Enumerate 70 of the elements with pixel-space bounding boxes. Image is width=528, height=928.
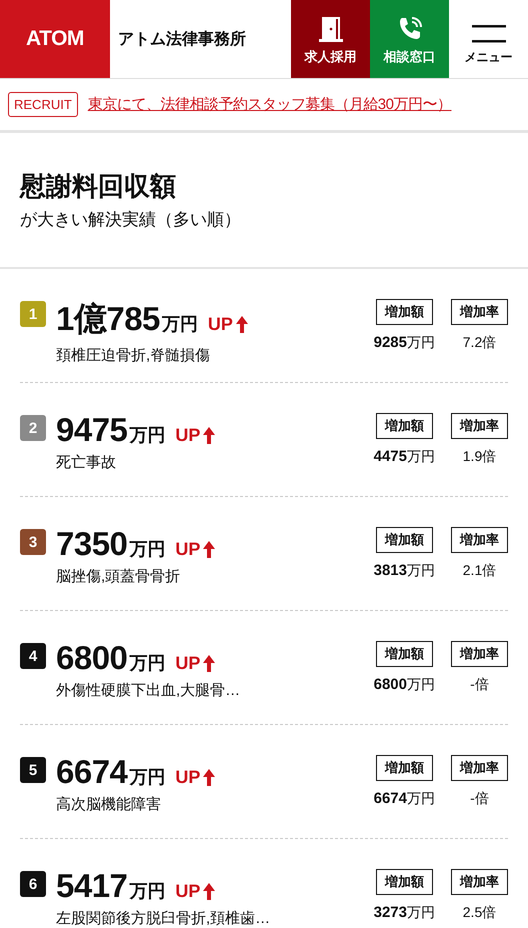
settlement-amount: 9475 — [56, 411, 128, 449]
injury-text: 高次脳機能障害 — [56, 795, 162, 814]
rank-badge: 3 — [20, 529, 46, 555]
up-label: UP — [175, 767, 200, 788]
currency-unit: 万円 — [162, 313, 198, 336]
increase-rate: -倍 — [470, 790, 489, 808]
up-arrow-icon — [236, 316, 248, 333]
injury-text: 左股関節後方脱臼骨折,頚椎歯… — [56, 909, 270, 928]
up-arrow-icon — [203, 883, 216, 900]
menu-icon — [472, 25, 506, 43]
increase-label: 増加額 — [376, 869, 433, 895]
up-label: UP — [175, 881, 200, 902]
currency-unit: 万円 — [129, 538, 166, 561]
settlement-amount: 7350 — [56, 525, 128, 563]
increase-amount: 4475万円 — [374, 448, 435, 466]
rate-label: 増加率 — [451, 869, 508, 895]
rank-badge: 6 — [20, 871, 46, 897]
up-label: UP — [175, 653, 200, 674]
injury-text: 死亡事故 — [56, 453, 117, 472]
door-icon — [318, 16, 342, 42]
recruit-button[interactable]: 求人採用 — [291, 0, 370, 78]
section-title: 慰謝料回収額 — [20, 170, 177, 203]
rate-label: 増加率 — [451, 527, 508, 553]
increase-amount: 3273万円 — [374, 904, 435, 922]
currency-unit: 万円 — [129, 880, 166, 903]
settlement-amount: 6674 — [56, 753, 128, 791]
currency-unit: 万円 — [129, 424, 166, 447]
increase-amount: 9285万円 — [374, 334, 435, 352]
settlement-amount: 1億785 — [56, 299, 160, 339]
increase-label: 増加額 — [376, 527, 433, 553]
settlement-amount: 6800 — [56, 639, 128, 677]
rank-badge: 2 — [20, 415, 46, 441]
rate-label: 増加率 — [451, 299, 508, 325]
up-label: UP — [175, 425, 200, 446]
increase-rate: 2.5倍 — [462, 904, 496, 922]
injury-text: 外傷性硬膜下出血,大腿骨… — [56, 681, 240, 700]
recruit-link[interactable]: 東京にて、法律相談予約スタッフ募集（月給30万円〜） — [88, 95, 452, 114]
up-arrow-icon — [203, 427, 216, 444]
logo[interactable]: ATOM — [0, 0, 110, 78]
increase-rate: 2.1倍 — [462, 562, 496, 580]
increase-rate: 7.2倍 — [462, 334, 496, 352]
currency-unit: 万円 — [129, 652, 166, 675]
up-arrow-icon — [203, 541, 216, 558]
currency-unit: 万円 — [129, 766, 166, 789]
increase-amount: 6800万円 — [374, 676, 435, 694]
up-label: UP — [175, 539, 200, 560]
increase-amount: 3813万円 — [374, 562, 435, 580]
rate-label: 増加率 — [451, 755, 508, 781]
up-arrow-icon — [203, 769, 216, 786]
firm-name: アトム法律事務所 — [118, 30, 246, 50]
rate-label: 増加率 — [451, 641, 508, 667]
recruit-tag: RECRUIT — [8, 92, 78, 117]
up-label: UP — [208, 314, 233, 335]
increase-rate: -倍 — [470, 676, 489, 694]
rate-label: 増加率 — [451, 413, 508, 439]
injury-text: 頚椎圧迫骨折,脊髄損傷 — [56, 346, 212, 365]
consult-button[interactable]: 相談窓口 — [370, 0, 449, 78]
rank-badge: 5 — [20, 757, 46, 783]
up-arrow-icon — [203, 655, 216, 672]
rank-badge: 4 — [20, 643, 46, 669]
section-subtitle: が大きい解決実績（多い順） — [20, 209, 242, 231]
increase-label: 増加額 — [376, 413, 433, 439]
increase-label: 増加額 — [376, 755, 433, 781]
increase-amount: 6674万円 — [374, 790, 435, 808]
increase-rate: 1.9倍 — [462, 448, 496, 466]
increase-label: 増加額 — [376, 299, 433, 325]
rank-badge: 1 — [20, 301, 46, 327]
increase-label: 増加額 — [376, 641, 433, 667]
injury-text: 脳挫傷,頭蓋骨骨折 — [56, 567, 182, 586]
settlement-amount: 5417 — [56, 867, 128, 905]
